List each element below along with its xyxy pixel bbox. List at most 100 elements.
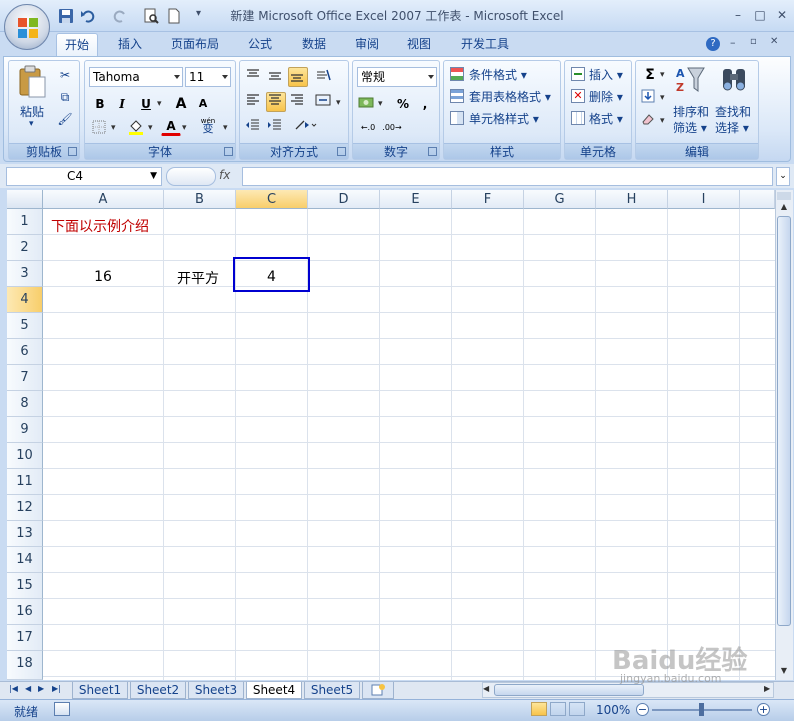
alignment-launcher-icon[interactable] bbox=[337, 147, 346, 156]
row-header-14[interactable]: 14 bbox=[7, 547, 43, 573]
comma-button[interactable]: , bbox=[415, 94, 435, 114]
sheet-tab-1[interactable]: Sheet1 bbox=[72, 682, 128, 699]
row-header-18[interactable]: 18 bbox=[7, 651, 43, 680]
cell-styles-button[interactable]: 单元格样式 ▾ bbox=[469, 110, 539, 127]
insert-function-button[interactable]: fx bbox=[219, 168, 241, 186]
format-painter-icon[interactable]: 🖌 bbox=[55, 109, 75, 129]
zoom-in-icon[interactable]: + bbox=[757, 703, 770, 716]
orientation-text-icon[interactable] bbox=[292, 117, 322, 137]
decrease-decimal-icon[interactable]: .00→ bbox=[381, 118, 403, 138]
orientation-icon[interactable] bbox=[314, 67, 334, 87]
column-header-f[interactable]: F bbox=[452, 190, 524, 209]
underline-dropdown-icon[interactable]: ▾ bbox=[157, 99, 162, 109]
format-as-table-button[interactable]: 套用表格格式 ▾ bbox=[469, 88, 551, 105]
percent-button[interactable]: % bbox=[393, 94, 413, 114]
zoom-slider-thumb[interactable] bbox=[699, 703, 704, 716]
tab-developer[interactable]: 开发工具 bbox=[452, 33, 518, 56]
next-sheet-icon[interactable]: ▶ bbox=[38, 684, 44, 693]
sort-filter-label-1[interactable]: 排序和 bbox=[673, 103, 709, 120]
row-header-7[interactable]: 7 bbox=[7, 365, 43, 391]
name-box[interactable]: C4 ▼ bbox=[6, 167, 162, 186]
find-select-label-1[interactable]: 查找和 bbox=[715, 103, 751, 120]
ribbon-restore-icon[interactable]: ▫ bbox=[750, 36, 757, 47]
column-header-h[interactable]: H bbox=[596, 190, 668, 209]
column-header-e[interactable]: E bbox=[380, 190, 452, 209]
row-header-16[interactable]: 16 bbox=[7, 599, 43, 625]
italic-button[interactable]: I bbox=[112, 94, 132, 114]
row-header-10[interactable]: 10 bbox=[7, 443, 43, 469]
minimize-button[interactable]: – bbox=[726, 6, 750, 24]
maximize-button[interactable]: □ bbox=[748, 6, 772, 24]
help-icon[interactable]: ? bbox=[706, 37, 720, 51]
normal-view-icon[interactable] bbox=[531, 702, 547, 716]
tab-home[interactable]: 开始 bbox=[56, 33, 98, 56]
clear-dropdown-icon[interactable]: ▾ bbox=[660, 116, 665, 126]
row-header-1[interactable]: 1 bbox=[7, 209, 43, 235]
font-color-dropdown-icon[interactable]: ▾ bbox=[182, 123, 187, 133]
phonetic-button[interactable]: wén 变 bbox=[195, 116, 221, 136]
sheet-tab-2[interactable]: Sheet2 bbox=[130, 682, 186, 699]
autosum-dropdown-icon[interactable]: ▾ bbox=[660, 70, 665, 80]
paste-icon[interactable] bbox=[17, 65, 47, 99]
format-cells-button[interactable]: 格式 ▾ bbox=[589, 110, 623, 127]
scroll-down-icon[interactable]: ▼ bbox=[777, 666, 791, 678]
column-header-i[interactable]: I bbox=[668, 190, 740, 209]
column-header-g[interactable]: G bbox=[524, 190, 596, 209]
shrink-font-button[interactable]: A bbox=[193, 94, 213, 114]
font-size-select[interactable]: 11 bbox=[185, 67, 231, 87]
formula-bar-splitter[interactable] bbox=[166, 167, 216, 186]
conditional-format-button[interactable]: 条件格式 ▾ bbox=[469, 66, 527, 83]
ribbon-minimize-icon[interactable]: – bbox=[730, 36, 736, 49]
autosum-button[interactable]: Σ bbox=[640, 65, 660, 85]
fill-color-icon[interactable] bbox=[127, 118, 147, 138]
row-header-3[interactable]: 3 bbox=[7, 261, 43, 287]
cut-icon[interactable]: ✂ bbox=[55, 65, 75, 85]
fill-dropdown-icon[interactable]: ▾ bbox=[660, 93, 665, 103]
column-header-d[interactable]: D bbox=[308, 190, 380, 209]
font-color-button[interactable]: A bbox=[161, 116, 181, 136]
close-button[interactable]: ✕ bbox=[770, 6, 794, 24]
align-bottom-icon[interactable] bbox=[288, 67, 308, 87]
name-box-dropdown-icon[interactable]: ▼ bbox=[150, 168, 157, 185]
cell-a1[interactable]: 下面以示例介绍 bbox=[51, 216, 149, 236]
tab-data[interactable]: 数据 bbox=[292, 33, 336, 56]
clear-icon[interactable] bbox=[640, 111, 660, 131]
currency-icon[interactable] bbox=[357, 94, 377, 114]
currency-dropdown-icon[interactable]: ▾ bbox=[378, 99, 383, 109]
row-header-11[interactable]: 11 bbox=[7, 469, 43, 495]
sort-filter-button[interactable]: 筛选 ▾ bbox=[673, 119, 707, 136]
row-header-17[interactable]: 17 bbox=[7, 625, 43, 651]
cell-c3[interactable]: 4 bbox=[236, 269, 307, 285]
font-name-select[interactable]: Tahoma bbox=[89, 67, 183, 87]
row-header-5[interactable]: 5 bbox=[7, 313, 43, 339]
horizontal-scroll-thumb[interactable] bbox=[494, 684, 644, 696]
row-header-12[interactable]: 12 bbox=[7, 495, 43, 521]
column-header-b[interactable]: B bbox=[164, 190, 236, 209]
macro-record-icon[interactable] bbox=[54, 702, 70, 716]
tab-insert[interactable]: 插入 bbox=[108, 33, 152, 56]
align-center-icon[interactable] bbox=[266, 92, 286, 112]
align-middle-icon[interactable] bbox=[266, 67, 286, 87]
office-button[interactable] bbox=[4, 4, 50, 50]
column-header-j[interactable] bbox=[740, 190, 775, 209]
insert-cells-button[interactable]: 插入 ▾ bbox=[589, 66, 623, 83]
scroll-left-icon[interactable]: ◀ bbox=[483, 684, 489, 693]
row-header-9[interactable]: 9 bbox=[7, 417, 43, 443]
row-header-4[interactable]: 4 bbox=[7, 287, 43, 313]
tab-review[interactable]: 审阅 bbox=[345, 33, 389, 56]
number-launcher-icon[interactable] bbox=[428, 147, 437, 156]
delete-cells-button[interactable]: 删除 ▾ bbox=[589, 88, 623, 105]
merge-center-icon[interactable] bbox=[314, 92, 334, 112]
bold-button[interactable]: B bbox=[90, 94, 110, 114]
fill-down-icon[interactable] bbox=[640, 88, 660, 108]
sheet-tab-3[interactable]: Sheet3 bbox=[188, 682, 244, 699]
fill-dropdown-icon[interactable]: ▾ bbox=[148, 123, 153, 133]
copy-icon[interactable]: ⧉ bbox=[55, 87, 75, 107]
sheet-tab-4[interactable]: Sheet4 bbox=[246, 682, 302, 699]
cell-a3[interactable]: 16 bbox=[43, 269, 163, 285]
column-header-c[interactable]: C bbox=[236, 190, 308, 209]
tab-view[interactable]: 视图 bbox=[397, 33, 441, 56]
zoom-out-icon[interactable]: − bbox=[636, 703, 649, 716]
split-box[interactable] bbox=[777, 192, 791, 200]
worksheet-grid[interactable] bbox=[7, 190, 775, 680]
